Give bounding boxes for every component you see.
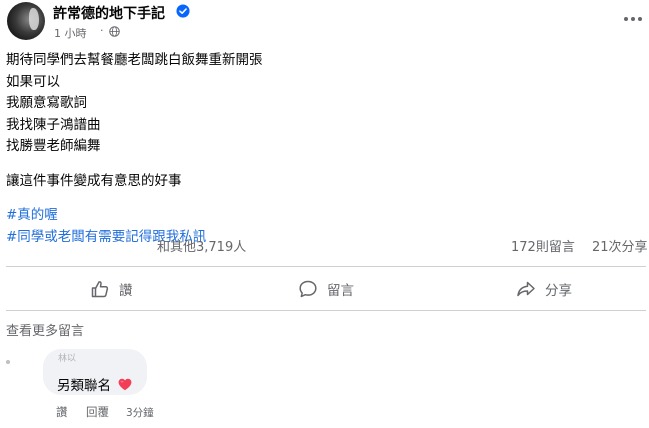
hashtag-link[interactable]: #真的喔 bbox=[6, 205, 263, 227]
like-button[interactable]: 讚 bbox=[90, 276, 133, 302]
share-button[interactable]: 分享 bbox=[516, 276, 572, 302]
shares-count[interactable]: 21次分享 bbox=[592, 236, 648, 255]
post-line: 讓這件事件變成有意思的好事 bbox=[6, 172, 182, 189]
post-timestamp[interactable]: 1 小時 bbox=[54, 25, 87, 41]
post-line: 我願意寫歌詞 bbox=[6, 95, 87, 111]
comment-text: 另類聯名 bbox=[57, 378, 111, 394]
share-icon bbox=[517, 281, 535, 297]
heart-emoji-icon bbox=[118, 378, 132, 391]
divider bbox=[6, 266, 646, 267]
page-name[interactable]: 許常德的地下手記 bbox=[53, 3, 165, 23]
comment-timestamp[interactable]: 3分鐘 bbox=[126, 405, 154, 420]
post-body: 期待同學們去幫餐廳老闆跳白飯舞重新開張 如果可以 我願意寫歌詞 我找陳子鴻譜曲 … bbox=[6, 50, 263, 248]
comment-label: 留言 bbox=[327, 283, 354, 299]
share-label: 分享 bbox=[545, 283, 572, 299]
comment-button[interactable]: 留言 bbox=[298, 276, 354, 302]
page-avatar[interactable] bbox=[7, 2, 45, 40]
post-line: 找勝豐老師編舞 bbox=[6, 138, 101, 154]
view-more-comments-link[interactable]: 查看更多留言 bbox=[6, 320, 84, 339]
like-icon bbox=[91, 281, 109, 298]
globe-icon bbox=[109, 26, 120, 37]
comment-like-button[interactable]: 讚 bbox=[56, 404, 68, 420]
comments-count[interactable]: 172則留言 bbox=[511, 236, 575, 255]
commenter-avatar[interactable] bbox=[6, 360, 10, 364]
post-line: 我找陳子鴻譜曲 bbox=[6, 116, 101, 133]
comment-author[interactable]: 林以 bbox=[58, 351, 76, 364]
post-line: 期待同學們去幫餐廳老闆跳白飯舞重新開張 bbox=[6, 52, 263, 68]
post-line: 如果可以 bbox=[6, 73, 60, 90]
time-separator: · bbox=[100, 24, 104, 37]
comment-icon bbox=[299, 280, 317, 298]
comment-reply-button[interactable]: 回覆 bbox=[86, 404, 109, 420]
like-label: 讚 bbox=[119, 283, 133, 299]
verified-badge-icon bbox=[176, 4, 190, 18]
reactions-count[interactable]: 和其他3,719人 bbox=[157, 236, 246, 255]
more-options-icon[interactable] bbox=[624, 12, 644, 26]
divider bbox=[6, 310, 646, 311]
